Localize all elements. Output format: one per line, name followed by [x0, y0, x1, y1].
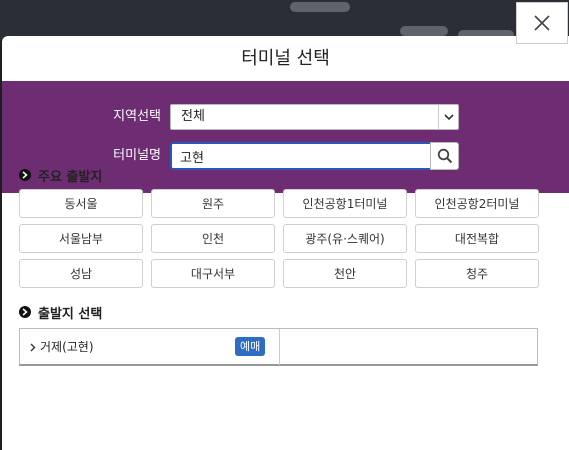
region-select[interactable]: 전체 — [170, 104, 459, 130]
terminal-label: 터미널명 — [113, 148, 161, 163]
background-header — [0, 0, 569, 40]
major-departures-heading: 주요 출발지 — [19, 165, 102, 185]
search-icon — [437, 148, 452, 164]
arrow-bullet-icon — [19, 169, 31, 181]
terminal-button[interactable]: 서울남부 — [19, 224, 143, 253]
terminal-button[interactable]: 성남 — [19, 259, 143, 288]
terminal-button[interactable]: 천안 — [283, 259, 407, 288]
departure-results: 거제(고현) 예매 — [19, 328, 538, 366]
region-row: 지역선택 전체 — [2, 104, 569, 130]
result-row[interactable]: 거제(고현) 예매 — [20, 329, 280, 365]
chevron-right-icon — [30, 343, 36, 351]
terminal-button[interactable]: 원주 — [151, 189, 275, 218]
region-label: 지역선택 — [113, 109, 161, 124]
departure-select-title: 출발지 선택 — [38, 306, 103, 322]
departure-select-heading: 출발지 선택 — [19, 302, 102, 322]
dialog-title: 터미널 선택 — [241, 48, 330, 69]
reservation-badge: 예매 — [235, 337, 266, 356]
cloud-decoration — [400, 26, 448, 36]
terminal-button[interactable]: 인천공항2터미널 — [415, 189, 539, 218]
terminal-button[interactable]: 대전복합 — [415, 224, 539, 253]
close-button[interactable] — [516, 2, 568, 44]
terminal-button[interactable]: 인천공항1터미널 — [283, 189, 407, 218]
terminal-button[interactable]: 대구서부 — [151, 259, 275, 288]
region-select-value: 전체 — [181, 109, 205, 124]
terminal-name-input[interactable] — [170, 142, 433, 170]
arrow-bullet-icon — [19, 306, 31, 318]
chevron-down-icon — [438, 105, 458, 129]
terminal-button[interactable]: 청주 — [415, 259, 539, 288]
cloud-decoration — [290, 2, 350, 12]
major-departures-grid: 동서울 원주 인천공항1터미널 인천공항2터미널 서울남부 인천 광주(유·스퀘… — [19, 189, 548, 288]
result-item[interactable]: 거제(고현) — [30, 329, 94, 365]
terminal-button[interactable]: 광주(유·스퀘어) — [283, 224, 407, 253]
terminal-button[interactable]: 인천 — [151, 224, 275, 253]
terminal-button[interactable]: 동서울 — [19, 189, 143, 218]
close-icon — [534, 15, 550, 31]
major-departures-title: 주요 출발지 — [38, 169, 103, 185]
result-label: 거제(고현) — [40, 340, 94, 354]
search-button[interactable] — [430, 142, 459, 170]
